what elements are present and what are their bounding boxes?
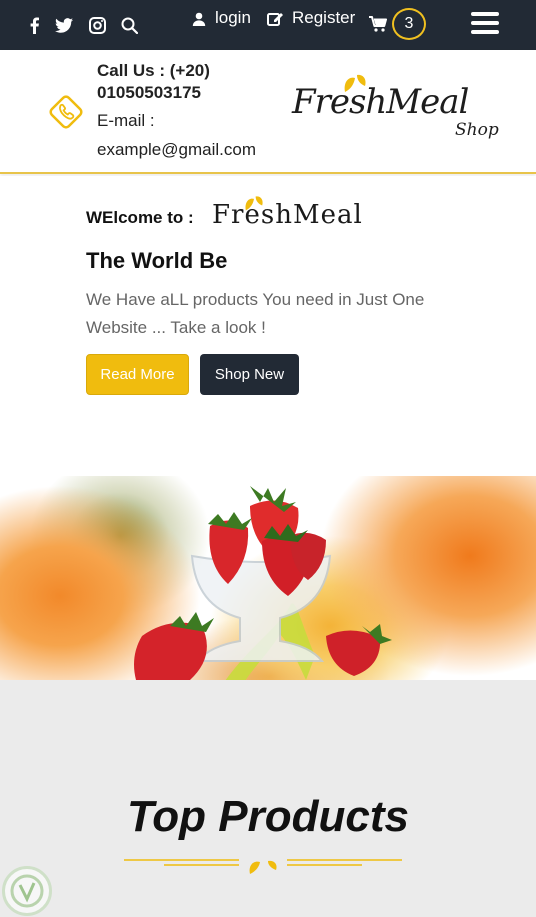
top-products-section: Top Products <box>0 680 536 917</box>
email-value[interactable]: example@gmail.com <box>97 135 287 164</box>
section-title: Top Products <box>127 792 409 841</box>
edit-icon <box>264 8 286 30</box>
watermark-badge <box>2 866 52 916</box>
register-link[interactable]: Register <box>292 8 355 28</box>
logo-subtext: Shop <box>455 120 499 140</box>
search-icon[interactable] <box>118 14 140 36</box>
site-logo[interactable]: FreshMeal Shop <box>290 70 510 150</box>
top-navbar: login Register 3 <box>0 0 536 50</box>
title-divider <box>124 859 402 874</box>
read-more-button[interactable]: Read More <box>86 354 189 395</box>
call-us-text: Call Us : (+20) 01050503175 <box>97 61 210 102</box>
cart-icon[interactable] <box>367 13 389 35</box>
facebook-icon[interactable] <box>23 14 45 36</box>
welcome-label: WElcome to : <box>86 208 194 227</box>
hero-banner: WElcome to : FreshMeal The World Be We H… <box>0 176 536 680</box>
user-icon <box>188 8 210 30</box>
hero-title: The World Be <box>86 248 228 273</box>
email-label: E-mail : <box>97 111 155 130</box>
instagram-icon[interactable] <box>86 14 108 36</box>
contact-info: Call Us : (+20) 01050503175 E-mail : exa… <box>97 60 287 164</box>
cart-count-badge[interactable]: 3 <box>392 8 426 40</box>
welcome-brand-name: FreshMeal <box>212 200 363 230</box>
header: Call Us : (+20) 01050503175 E-mail : exa… <box>0 50 536 174</box>
hero-description: We Have aLL products You need in Just On… <box>86 290 425 337</box>
phone-icon <box>46 92 86 132</box>
logo-text: FreshMeal <box>292 82 469 122</box>
shop-new-button[interactable]: Shop New <box>200 354 299 395</box>
menu-icon[interactable] <box>471 12 499 36</box>
strawberry-bowl-image <box>134 486 392 680</box>
login-link[interactable]: login <box>215 8 251 28</box>
twitter-icon[interactable] <box>53 14 75 36</box>
